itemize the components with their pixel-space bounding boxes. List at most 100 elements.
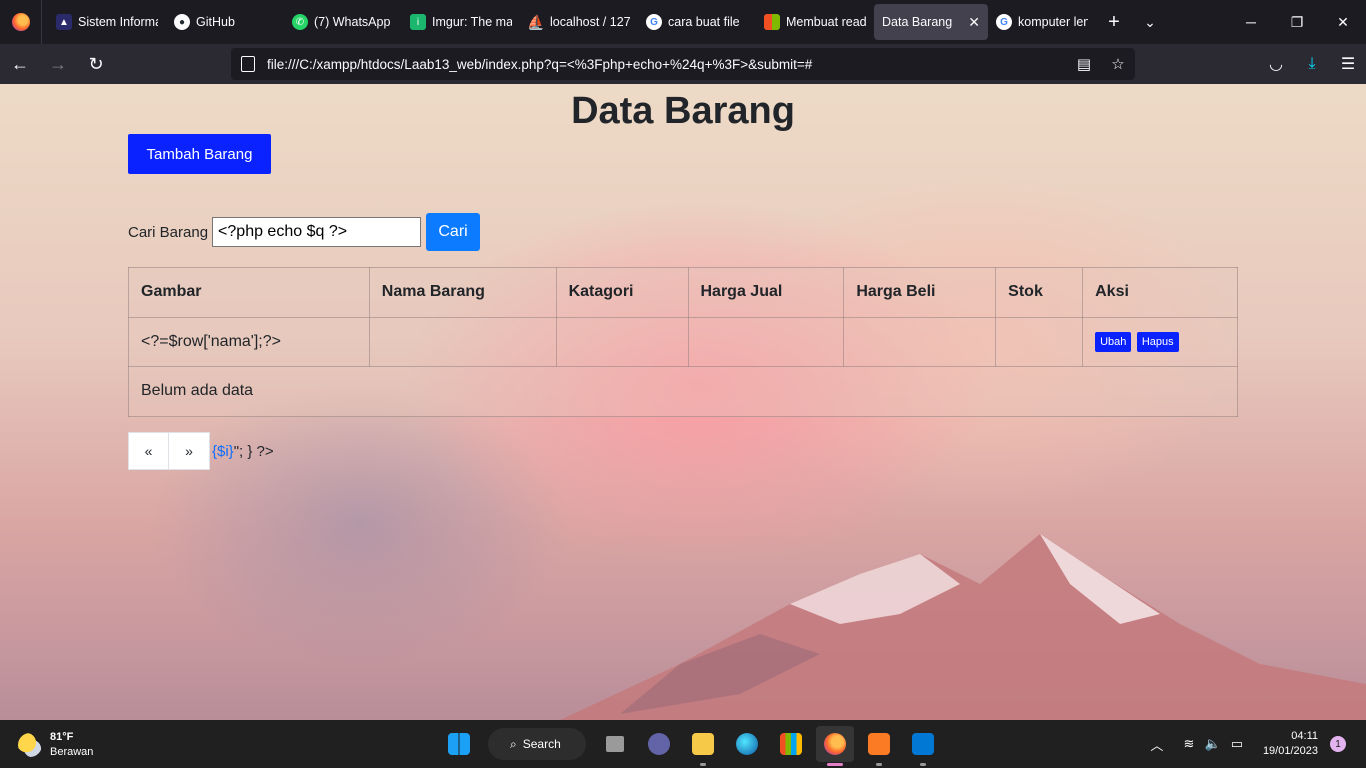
close-tab-icon[interactable]: ✕ (968, 14, 980, 31)
add-item-button[interactable]: Tambah Barang (128, 134, 271, 174)
wifi-icon[interactable]: ≋ (1177, 736, 1201, 752)
url-text[interactable]: file:///C:/xampp/htdocs/Laab13_web/index… (267, 57, 1067, 72)
tab-imgur[interactable]: i Imgur: The magic (402, 4, 520, 40)
weather-temperature: 81°F (50, 731, 74, 743)
file-explorer-app[interactable] (684, 726, 722, 766)
tab-phpmyadmin[interactable]: ⛵ localhost / 127 (520, 4, 638, 40)
column-header-gambar: Gambar (128, 267, 370, 318)
task-view-icon (606, 736, 624, 752)
delete-button[interactable]: Hapus (1136, 331, 1179, 352)
firefox-icon (11, 13, 30, 31)
reload-icon[interactable]: ↻ (78, 48, 114, 80)
page-viewport: Data Barang Tambah Barang Cari Barang <?… (0, 84, 1366, 720)
window-controls: ─ ❐ ✕ (1228, 0, 1366, 44)
clock-date: 19/01/2023 (1262, 745, 1318, 757)
running-indicator (920, 763, 926, 766)
tab-title: Membuat read (786, 15, 866, 29)
close-window-icon[interactable]: ✕ (1320, 0, 1366, 44)
store-bag-icon (780, 733, 802, 755)
firefox-menu-button[interactable] (0, 0, 42, 44)
xampp-icon (868, 733, 890, 755)
clock-time: 04:11 (1291, 730, 1318, 742)
downloads-icon[interactable]: ⤓ (1294, 48, 1330, 80)
edit-button[interactable]: Ubah (1095, 331, 1132, 352)
volume-icon[interactable]: 🔈 (1201, 736, 1225, 752)
column-header-aksi: Aksi (1082, 267, 1238, 318)
tab-github[interactable]: ● GitHub (166, 4, 284, 40)
back-arrow-icon[interactable]: ← (2, 48, 38, 80)
vscode-app[interactable] (904, 726, 942, 766)
bookmark-star-icon[interactable]: ☆ (1101, 55, 1135, 73)
column-header-harga-jual: Harga Jual (687, 267, 845, 318)
minimize-icon[interactable]: ─ (1228, 0, 1274, 44)
reader-view-icon[interactable]: ▤ (1067, 55, 1101, 73)
restore-icon[interactable]: ❐ (1274, 0, 1320, 44)
page-icon (241, 56, 255, 72)
google-icon: G (646, 14, 662, 30)
next-page-button[interactable]: » (169, 432, 210, 470)
weather-description: Berawan (50, 746, 94, 758)
start-button[interactable] (440, 726, 478, 762)
edge-app[interactable] (728, 726, 766, 762)
taskbar-apps: ⌕ Search (440, 726, 942, 766)
vscode-icon (912, 733, 934, 755)
menu-hamburger-icon[interactable]: ☰ (1330, 48, 1366, 80)
tab-data-barang[interactable]: Data Barang ✕ (874, 4, 988, 40)
table-row-empty: Belum ada data (128, 366, 1238, 417)
clock[interactable]: 04:11 19/01/2023 (1263, 729, 1318, 759)
chat-app[interactable] (640, 726, 678, 762)
pocket-icon[interactable]: ◡ (1258, 48, 1294, 80)
tab-sistem-informasi[interactable]: ▲ Sistem Informasi (48, 4, 166, 40)
forward-arrow-icon[interactable]: → (40, 48, 76, 80)
running-indicator (700, 763, 706, 766)
firefox-icon (824, 733, 846, 755)
imgur-icon: i (410, 14, 426, 30)
tab-list: ▲ Sistem Informasi ● GitHub ✆ (7) WhatsA… (42, 0, 1168, 44)
running-indicator (876, 763, 882, 766)
task-view-button[interactable] (596, 726, 634, 762)
browser-tab-strip: ▲ Sistem Informasi ● GitHub ✆ (7) WhatsA… (0, 0, 1366, 44)
teams-chat-icon (648, 733, 670, 755)
running-indicator (827, 763, 843, 766)
microsoft-icon (764, 14, 780, 30)
search-input[interactable]: <?php echo $q ?> (212, 217, 422, 247)
search-icon: ⌕ (510, 736, 517, 751)
taskbar-search[interactable]: ⌕ Search (488, 728, 586, 760)
list-all-tabs-chevron-icon[interactable]: ⌄ (1132, 14, 1168, 31)
weather-widget[interactable]: 81°F Berawan (18, 730, 93, 760)
google-icon: G (996, 14, 1012, 30)
windows-logo-icon (448, 733, 470, 755)
tab-title: komputer lenovo (1018, 15, 1088, 29)
column-header-katagori: Katagori (555, 267, 689, 318)
tab-google-cara-buat[interactable]: G cara buat file (638, 4, 756, 40)
battery-icon[interactable]: ▭ (1225, 736, 1249, 752)
tab-microsoft[interactable]: Membuat read (756, 4, 874, 40)
firefox-app[interactable] (816, 726, 854, 766)
store-app[interactable] (772, 726, 810, 762)
github-icon: ● (174, 14, 190, 30)
cell-gambar: <?=$row['nama'];?> (128, 316, 370, 367)
prev-page-button[interactable]: « (128, 432, 169, 470)
column-header-harga-beli: Harga Beli (843, 267, 997, 318)
cell-stok (995, 316, 1084, 367)
whatsapp-icon: ✆ (292, 14, 308, 30)
tab-title: Imgur: The magic (432, 15, 512, 29)
column-header-stok: Stok (995, 267, 1084, 318)
tab-google-komputer[interactable]: G komputer lenovo (988, 4, 1096, 40)
address-bar[interactable]: file:///C:/xampp/htdocs/Laab13_web/index… (231, 48, 1135, 80)
pagination-tail: {$i}"; } ?> (212, 443, 274, 460)
cell-harga-jual (687, 316, 845, 367)
new-tab-button[interactable]: + (1096, 11, 1132, 34)
xampp-app[interactable] (860, 726, 898, 766)
phpmyadmin-icon: ⛵ (527, 13, 545, 30)
pagination: « » {$i}"; } ?> (128, 432, 274, 470)
page-title: Data Barang (571, 90, 795, 132)
table-header-row: Gambar Nama Barang Katagori Harga Jual H… (128, 267, 1238, 318)
items-table: Gambar Nama Barang Katagori Harga Jual H… (128, 267, 1238, 417)
page-number-link[interactable]: {$i} (212, 443, 234, 460)
show-hidden-icons-chevron-icon[interactable]: ︿ (1145, 735, 1169, 754)
notification-badge[interactable]: 1 (1330, 736, 1346, 752)
search-button[interactable]: Cari (426, 213, 481, 251)
tab-title: Sistem Informasi (78, 15, 158, 29)
tab-whatsapp[interactable]: ✆ (7) WhatsApp (284, 4, 402, 40)
